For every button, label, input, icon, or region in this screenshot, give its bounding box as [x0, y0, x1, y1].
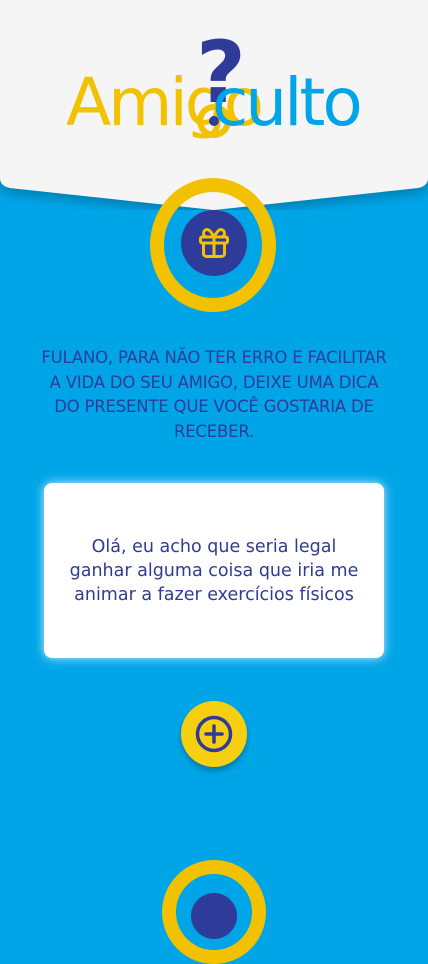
app-logo: Amigo ? culto — [0, 0, 428, 160]
hint-text[interactable]: Olá, eu acho que seria legal ganhar algu… — [69, 535, 359, 607]
logo-text-oculto: culto — [212, 64, 363, 141]
add-hint-button[interactable] — [181, 701, 247, 767]
gift-badge — [181, 210, 247, 276]
plus-circle-icon — [195, 715, 233, 753]
gift-icon — [199, 228, 229, 258]
hint-card[interactable]: Olá, eu acho que seria legal ganhar algu… — [44, 483, 384, 658]
next-step-badge — [191, 893, 237, 939]
instruction-message: FULANO, PARA NÃO TER ERRO E FACILITAR A … — [41, 348, 387, 441]
